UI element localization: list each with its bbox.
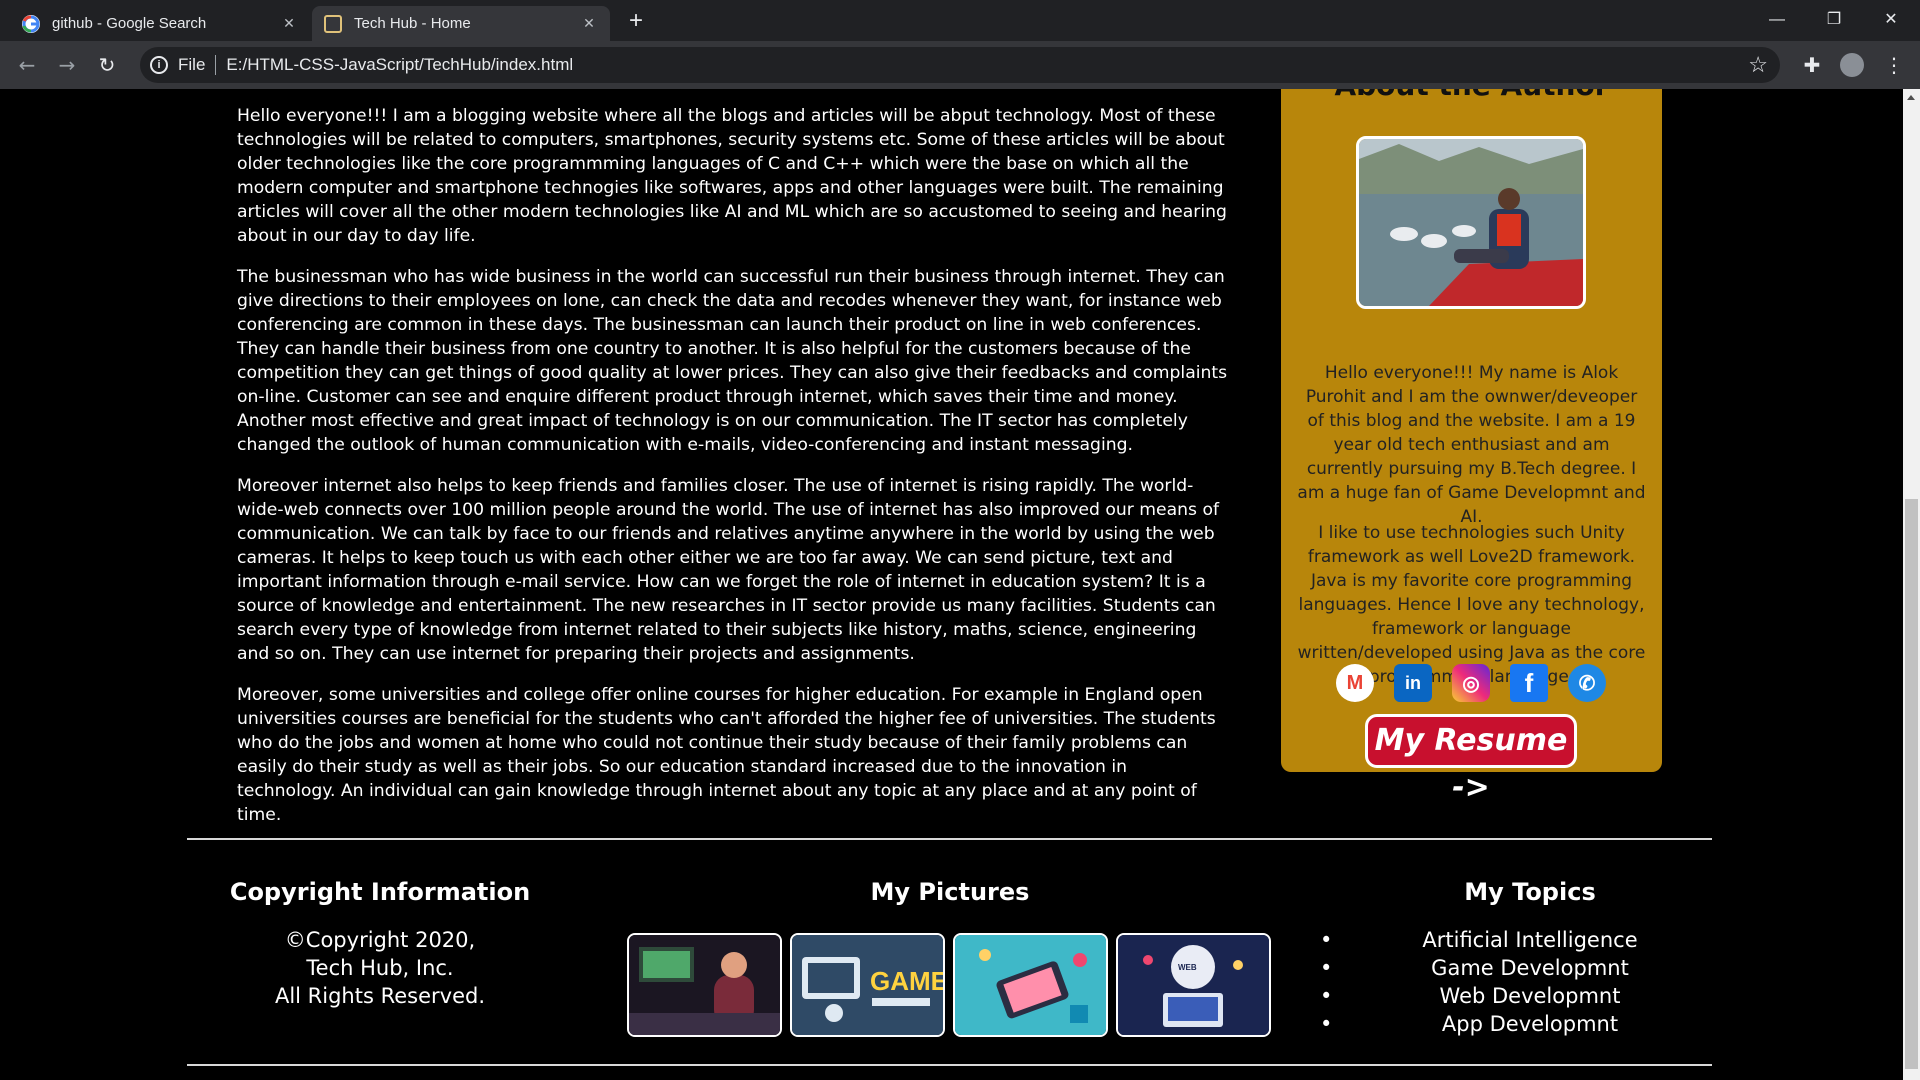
resume-button[interactable]: My Resume -> — [1365, 714, 1577, 805]
instagram-icon[interactable]: ◎ — [1452, 664, 1490, 702]
info-icon[interactable]: i — [150, 56, 168, 74]
topics-list: Artificial Intelligence Game Developmnt … — [1320, 926, 1680, 1038]
about-author-heading: About the Author — [1281, 89, 1662, 102]
gaming-picture[interactable] — [627, 933, 782, 1037]
tab-close-icon[interactable]: ✕ — [280, 15, 298, 32]
author-photo — [1356, 136, 1586, 309]
page-scrollbar[interactable] — [1903, 89, 1920, 1080]
topic-item: Game Developmnt — [1320, 954, 1680, 982]
svg-text:WEB: WEB — [1178, 963, 1197, 972]
tab-title: github - Google Search — [52, 15, 207, 32]
topic-item: Web Developmnt — [1320, 982, 1680, 1010]
address-bar[interactable]: i File E:/HTML-CSS-JavaScript/TechHub/in… — [140, 47, 1780, 83]
tab-close-icon[interactable]: ✕ — [580, 15, 598, 32]
copyright-line: All Rights Reserved. — [274, 984, 486, 1008]
back-button[interactable]: ← — [12, 50, 42, 80]
article-paragraph: The businessman who has wide business in… — [237, 267, 1228, 455]
page-viewport: Hello everyone!!! I am a blogging websit… — [0, 89, 1903, 1080]
tab-github-search[interactable]: github - Google Search ✕ — [10, 6, 310, 41]
pictures-gallery: GAME WEB — [627, 933, 1271, 1037]
author-bio: Hello everyone!!! My name is Alok Purohi… — [1297, 363, 1646, 527]
game-development-picture[interactable]: GAME — [790, 933, 945, 1037]
scroll-up-arrow-icon[interactable] — [1907, 95, 1915, 100]
google-icon — [22, 14, 40, 33]
article-body: Hello everyone!!! I am a blogging websit… — [237, 104, 1229, 844]
menu-kebab-icon[interactable]: ⋮ — [1882, 53, 1906, 77]
copyright-heading: Copyright Information — [229, 878, 531, 906]
address-separator — [215, 55, 217, 75]
tab-title: Tech Hub - Home — [354, 15, 471, 32]
bookmark-star-icon[interactable]: ☆ — [1748, 52, 1768, 78]
pictures-section: My Pictures — [800, 878, 1100, 926]
scroll-thumb[interactable] — [1905, 499, 1918, 1069]
forward-button[interactable]: → — [52, 50, 82, 80]
pictures-heading: My Pictures — [870, 878, 1030, 906]
footer-divider-top — [187, 838, 1712, 840]
phone-icon[interactable]: ✆ — [1568, 664, 1606, 702]
scheme-label: File — [178, 55, 206, 74]
topics-section: My Topics Artificial Intelligence Game D… — [1320, 878, 1680, 1038]
footer-divider-bottom — [187, 1064, 1712, 1066]
svg-text:GAME: GAME — [870, 966, 943, 996]
article-paragraph: Hello everyone!!! I am a blogging websit… — [237, 106, 1227, 246]
tab-strip: github - Google Search ✕ Tech Hub - Home… — [0, 0, 1920, 41]
tab-tech-hub[interactable]: Tech Hub - Home ✕ — [312, 6, 610, 41]
restore-button[interactable]: ❐ — [1805, 0, 1863, 41]
social-links: M in ◎ f ✆ — [1336, 664, 1606, 704]
about-author-panel: About the Author Hello everyone!!! My na… — [1281, 89, 1662, 805]
minimize-button[interactable]: — — [1748, 0, 1806, 41]
facebook-icon[interactable]: f — [1510, 664, 1548, 702]
new-tab-button[interactable]: + — [622, 8, 650, 36]
copyright-line: ©Copyright 2020, — [284, 928, 476, 952]
topics-heading: My Topics — [1464, 878, 1596, 906]
topic-item: App Developmnt — [1320, 1010, 1680, 1038]
url-text: E:/HTML-CSS-JavaScript/TechHub/index.htm… — [226, 55, 574, 74]
profile-avatar[interactable] — [1840, 53, 1864, 77]
gmail-icon[interactable]: M — [1336, 664, 1374, 702]
reload-button[interactable]: ↻ — [92, 50, 122, 80]
close-window-button[interactable]: ✕ — [1862, 0, 1920, 41]
web-development-picture[interactable]: WEB — [1116, 933, 1271, 1037]
browser-toolbar: ← → ↻ i File E:/HTML-CSS-JavaScript/Tech… — [0, 41, 1920, 89]
extensions-icon[interactable]: ✚ — [1800, 53, 1824, 77]
copyright-section: Copyright Information ©Copyright 2020, T… — [220, 878, 540, 1010]
article-paragraph: Moreover, some universities and college … — [237, 685, 1216, 825]
linkedin-icon[interactable]: in — [1394, 664, 1432, 702]
techhub-icon — [324, 14, 342, 33]
topic-item: Artificial Intelligence — [1320, 926, 1680, 954]
app-development-picture[interactable] — [953, 933, 1108, 1037]
article-paragraph: Moreover internet also helps to keep fri… — [237, 476, 1220, 664]
copyright-line: Tech Hub, Inc. — [306, 956, 454, 980]
